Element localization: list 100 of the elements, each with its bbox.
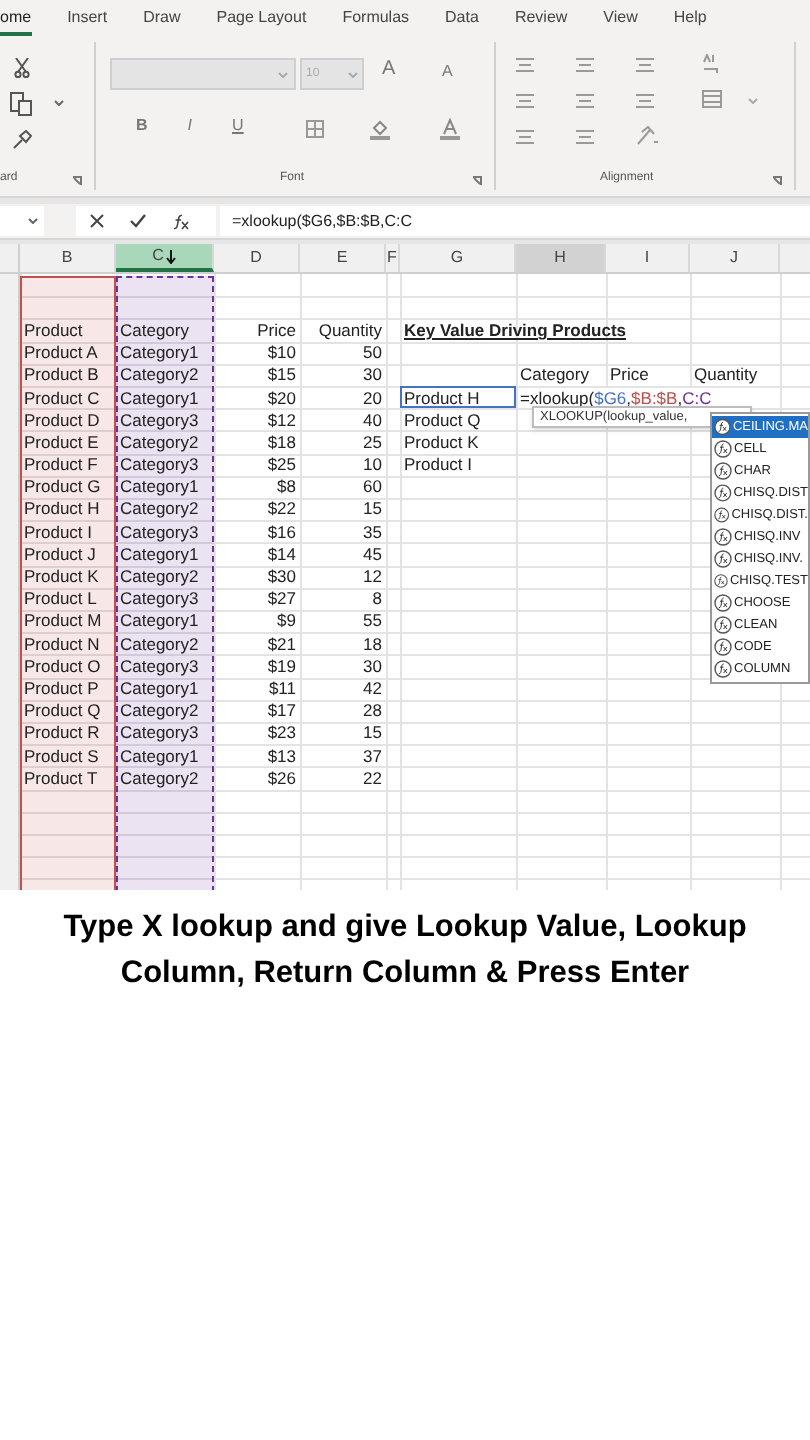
wrap-text-icon[interactable] [702, 54, 720, 74]
ribbon-tab[interactable]: Review [514, 4, 568, 36]
align-icon[interactable] [516, 58, 534, 72]
table-cell: 18 [363, 633, 382, 654]
table-cell: Product H [24, 498, 100, 519]
table-cell: Product Q [404, 409, 481, 430]
grow-font-button[interactable]: A [382, 60, 396, 80]
table-cell: Product C [24, 387, 100, 408]
launcher-icon[interactable] [72, 176, 82, 186]
table-cell: Category2 [120, 633, 199, 654]
table-cell: Product L [24, 588, 97, 609]
format-button[interactable]: B [136, 118, 148, 134]
align-icon[interactable] [516, 130, 534, 144]
ribbon-tab[interactable]: Page Layout [216, 4, 307, 36]
orientation-icon[interactable] [636, 126, 660, 146]
table-cell: Product [24, 319, 83, 340]
caret-icon [28, 218, 38, 224]
table-cell: 15 [363, 722, 382, 743]
cancel-icon[interactable] [90, 214, 104, 228]
format-button[interactable]: I [187, 118, 193, 134]
table-cell: Product A [24, 342, 98, 363]
ribbon-tab[interactable]: Help [673, 4, 707, 36]
column-header[interactable]: H [516, 244, 606, 272]
table-cell: Category1 [120, 387, 199, 408]
table-cell: Category [520, 364, 589, 385]
table-cell: 30 [363, 655, 382, 676]
brush-icon[interactable] [12, 130, 32, 150]
table-cell: 45 [363, 543, 382, 564]
function-icon[interactable] [172, 213, 190, 229]
table-cell: 8 [372, 588, 382, 609]
column-header[interactable]: J [690, 244, 780, 272]
table-cell: $11 [268, 677, 296, 698]
table-cell: Product I [24, 521, 93, 542]
caption-text: Type X lookup and give Lookup Value, Lookup Column, Return Column & Press Enter [61, 908, 749, 994]
ribbon-tab[interactable]: Formulas [342, 4, 410, 36]
table-cell: Category1 [120, 677, 199, 698]
table-cell: $17 [267, 700, 296, 721]
table-cell: Category3 [120, 588, 199, 609]
table-cell: 50 [363, 342, 382, 363]
ribbon-tab[interactable]: View [603, 4, 638, 36]
column-header[interactable]: E [300, 244, 386, 272]
table-cell: 35 [363, 521, 382, 542]
launcher-icon[interactable] [472, 176, 482, 186]
ribbon-tab[interactable]: Insert [67, 4, 108, 36]
column-header[interactable]: I [606, 244, 690, 272]
align-icon[interactable] [576, 58, 594, 72]
shrink-font-button[interactable]: A [442, 64, 453, 80]
table-cell: $15 [267, 364, 296, 385]
column-header[interactable]: C [116, 244, 214, 272]
caret-icon[interactable] [54, 100, 64, 106]
format-button[interactable]: U [232, 118, 244, 134]
table-cell: Category2 [120, 700, 199, 721]
table-cell: $18 [267, 431, 296, 452]
table-cell: Product P [24, 677, 99, 698]
table-cell: Category3 [120, 409, 199, 430]
table-cell: 12 [363, 566, 382, 587]
table-cell: 40 [363, 409, 382, 430]
align-icon[interactable] [636, 58, 654, 72]
table-cell: 37 [363, 745, 382, 766]
caret-icon [278, 71, 288, 77]
table-cell: Category1 [120, 342, 199, 363]
table-cell: Product J [24, 543, 96, 564]
table-cell: $19 [267, 655, 296, 676]
ribbon-tab[interactable]: Data [445, 4, 479, 36]
ribbon-tab[interactable]: Draw [143, 4, 181, 36]
borders-icon[interactable] [306, 120, 324, 138]
table-cell: Product D [24, 409, 100, 430]
table-cell: $22 [267, 498, 296, 519]
scissors-icon[interactable] [14, 58, 30, 78]
table-heading: Key Value Driving Products [404, 319, 627, 340]
table-cell: Category1 [120, 476, 199, 497]
table-cell: 22 [363, 767, 382, 788]
font-color-icon[interactable] [440, 118, 460, 140]
column-header[interactable]: D [214, 244, 300, 272]
column-header[interactable]: F [386, 244, 400, 272]
table-cell: $16 [267, 521, 296, 542]
table-cell: $10 [267, 342, 296, 363]
table-cell: Category2 [120, 767, 199, 788]
align-icon[interactable] [516, 94, 534, 108]
table-cell: $20 [267, 387, 296, 408]
table-cell: $8 [277, 476, 296, 497]
table-cell: $27 [267, 588, 296, 609]
table-cell: Category1 [120, 745, 199, 766]
table-cell: 15 [363, 498, 382, 519]
launcher-icon[interactable] [772, 176, 782, 186]
table-cell: Product I [404, 454, 473, 475]
fill-bucket-icon[interactable] [370, 118, 390, 140]
table-cell: 42 [363, 677, 382, 698]
align-icon[interactable] [576, 94, 594, 108]
table-cell: Product O [24, 655, 101, 676]
paste-icon[interactable] [10, 92, 32, 116]
formula-input[interactable]: =xlookup($G6,$B:$B,C:C [220, 206, 810, 236]
merge-icon[interactable] [702, 90, 722, 108]
align-icon[interactable] [576, 130, 594, 144]
table-cell: Category2 [120, 498, 199, 519]
check-icon[interactable] [130, 214, 146, 228]
align-icon[interactable] [636, 94, 654, 108]
cell-formula[interactable]: =xlookup($G6,$B:$B,C:C [520, 387, 714, 408]
table-cell: Product F [24, 454, 98, 475]
table-cell: $12 [267, 409, 296, 430]
